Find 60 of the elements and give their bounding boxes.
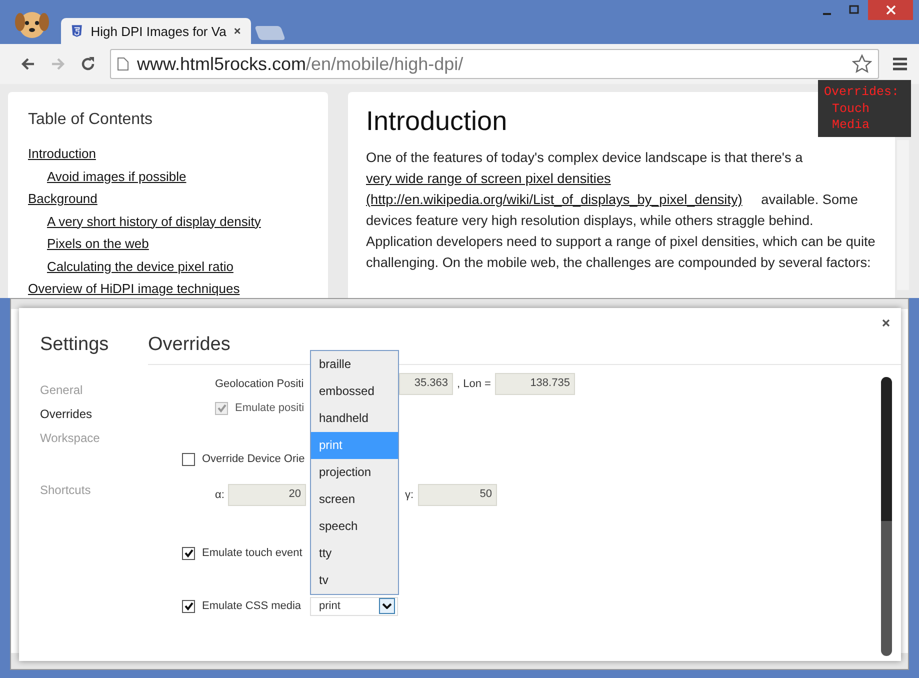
chevron-down-icon [382, 603, 392, 609]
star-icon[interactable] [852, 54, 872, 74]
close-icon [886, 5, 896, 15]
settings-title: Settings [40, 334, 110, 356]
link[interactable]: (http://en.wikipedia.org/wiki/List_of_displays_by_pixel_density) [366, 192, 742, 207]
maximize-icon [849, 5, 859, 15]
dropdown-option[interactable]: tv [311, 567, 398, 594]
checkbox-label: Emulate touch event [202, 547, 302, 559]
alpha-field[interactable]: 20 [228, 484, 306, 506]
toc-link[interactable]: Calculating the device pixel ratio [47, 256, 234, 278]
alpha-label: α: [215, 489, 226, 501]
close-icon[interactable] [882, 319, 890, 327]
scrollbar[interactable] [881, 377, 892, 656]
page-icon [117, 57, 129, 71]
toc-link[interactable]: Introduction [28, 143, 96, 166]
checkbox[interactable] [182, 600, 195, 612]
dropdown-option[interactable]: embossed [311, 378, 398, 405]
media-select[interactable]: print [310, 596, 398, 616]
latitude-field[interactable]: 35.363 [399, 373, 453, 395]
dropdown-option[interactable]: projection [311, 459, 398, 486]
dropdown-option[interactable]: screen [311, 486, 398, 513]
dropdown-option[interactable]: tty [311, 540, 398, 567]
toc-link[interactable]: Pixels on the web [47, 233, 149, 256]
indicator-text: Touch [832, 100, 871, 117]
dropdown-option[interactable]: speech [311, 513, 398, 540]
toc-link[interactable]: Overview of HiDPI image techniques [28, 278, 240, 300]
back-arrow-icon[interactable] [20, 56, 36, 72]
longitude-label: , Lon = [457, 378, 491, 390]
reload-icon[interactable] [80, 56, 96, 72]
dropdown-option[interactable]: handheld [311, 405, 398, 432]
minimize-icon [823, 13, 831, 15]
checkbox[interactable] [182, 546, 195, 560]
article-heading: Introduction [366, 106, 508, 137]
close-window-button[interactable] [868, 0, 913, 20]
settings-nav-item[interactable]: Overrides [40, 402, 148, 426]
checkbox[interactable] [182, 452, 195, 466]
geolocation-label: Geolocation Positi [215, 378, 305, 390]
close-icon[interactable] [234, 27, 241, 35]
tab-title: High DPI Images for Va [90, 24, 226, 38]
checkbox-label: Emulate positi [235, 402, 304, 414]
indicator-text: Media [832, 117, 871, 134]
dropdown-option[interactable]: braille [311, 351, 398, 378]
toc-link[interactable]: Avoid images if possible [47, 166, 186, 188]
browser-tab[interactable]: High DPI Images for Va [61, 18, 251, 44]
html5-shield-icon [71, 23, 83, 39]
indicator-text: Overrides: [824, 84, 900, 100]
dropdown-button[interactable] [379, 598, 395, 614]
toc-link[interactable]: A very short history of display density [47, 210, 261, 233]
gamma-label: γ: [405, 489, 415, 501]
url-text: www.html5rocks.com/en/mobile/high-dpi/ [137, 54, 464, 74]
address-bar[interactable]: www.html5rocks.com/en/mobile/high-dpi/ [110, 49, 879, 79]
article-paragraph: One of the features of today's complex device landscape is that there's a very wide range of screen pixel densities (http://en.wikipedia.org/wiki/List_of_displays_by_pixel_density) available. Some devices feature very high resolution displays, while others straggle behind. Application developers need to support a range of pixel densities, which can be quite challenging. On the mobile web, the challenges are compounded by several factors: [366, 149, 876, 272]
gamma-field[interactable]: 50 [418, 484, 497, 506]
toc-title: Table of Contents [28, 111, 153, 129]
longitude-field[interactable]: 138.735 [494, 373, 575, 395]
checkbox-label: Emulate CSS media [202, 600, 302, 612]
menu-icon[interactable] [893, 57, 907, 71]
toc-link[interactable]: Background [28, 188, 98, 210]
link[interactable]: very wide range of screen pixel densities [366, 171, 611, 186]
checkbox-label: Override Device Orie [202, 453, 305, 465]
